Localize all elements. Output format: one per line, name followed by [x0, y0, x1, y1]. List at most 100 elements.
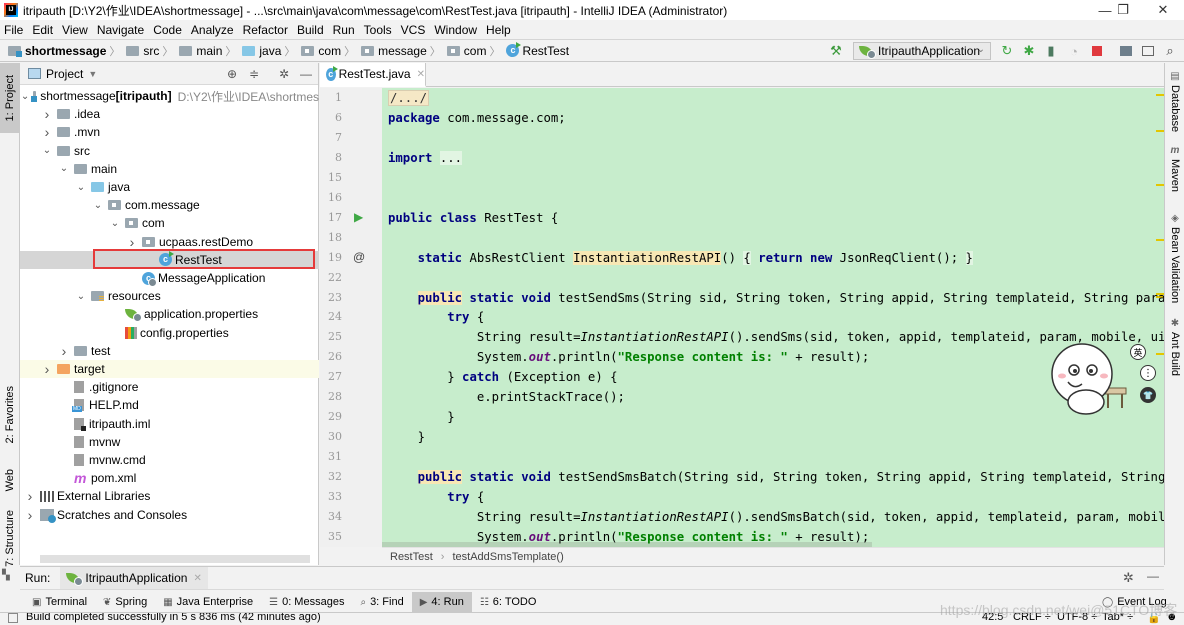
tool-tab-project[interactable]: 1: Project [0, 63, 20, 133]
tool-window-terminal[interactable]: ▣ Terminal [24, 592, 95, 613]
breadcrumb-main[interactable]: main 〉 [179, 43, 240, 59]
gear-icon[interactable]: ✲ [1123, 570, 1134, 586]
tool-tab-web[interactable]: Web [0, 458, 20, 503]
chevron-right-icon[interactable]: › [41, 361, 53, 377]
run-gutter-icon[interactable]: ▶ [354, 210, 363, 224]
rerun-icon[interactable]: ↻ [999, 43, 1015, 59]
breadcrumb-src[interactable]: src 〉 [126, 43, 177, 59]
close-window-button[interactable]: ✕ [1146, 0, 1180, 20]
tool-window-run[interactable]: ▶ 4: Run [411, 591, 472, 613]
project-structure-icon[interactable] [1118, 43, 1134, 59]
hide-icon[interactable]: — [1147, 569, 1159, 583]
chevron-right-icon[interactable]: › [41, 106, 53, 122]
breadcrumb-com-2[interactable]: com 〉 [446, 43, 505, 59]
code-editor[interactable]: /.../ package com.message.com; import ... p… [382, 88, 1164, 547]
menu-window[interactable]: Window [434, 23, 477, 37]
menu-tools[interactable]: Tools [364, 23, 392, 37]
chevron-right-icon[interactable]: › [24, 488, 36, 504]
close-tab-icon[interactable]: ✕ [417, 69, 425, 80]
tree-item[interactable]: › .idea [20, 105, 319, 123]
build-hammer-icon[interactable]: ⚒ [828, 43, 844, 59]
chevron-down-icon[interactable]: ⌄ [41, 145, 53, 156]
tree-item[interactable]: › target [20, 360, 319, 378]
project-view-selector[interactable]: Project [46, 67, 83, 81]
tree-item[interactable]: mvnw [20, 433, 319, 451]
breadcrumb-shortmessage[interactable]: shortmessage 〉 [8, 43, 124, 59]
breadcrumb-message[interactable]: message 〉 [361, 43, 445, 59]
tree-item[interactable]: ⌄ java [20, 178, 319, 196]
mascot-outfit-button[interactable]: 👕 [1140, 387, 1156, 403]
chevron-down-icon[interactable]: ⌄ [75, 182, 87, 193]
chevron-down-icon[interactable]: ⌄ [109, 218, 121, 229]
menu-build[interactable]: Build [297, 23, 324, 37]
tool-tab-bean-validation[interactable]: ◈ Bean Validation [1165, 213, 1184, 303]
breadcrumb-com[interactable]: com 〉 [301, 43, 359, 59]
terminal-icon[interactable] [1140, 43, 1156, 59]
chevron-down-icon[interactable]: ⌄ [75, 291, 87, 302]
chevron-down-icon[interactable]: ⌄ [21, 91, 29, 102]
tool-window-java-enterprise[interactable]: ▦ Java Enterprise [155, 592, 261, 613]
chevron-down-icon[interactable]: ⌄ [92, 200, 104, 211]
coverage-icon[interactable]: ▮ [1043, 43, 1059, 59]
breadcrumb-resttest[interactable]: c RestTest [506, 42, 569, 58]
tree-item[interactable]: m pom.xml [20, 469, 319, 487]
tree-item[interactable]: config.properties [20, 324, 319, 342]
tree-item[interactable]: › ucpaas.restDemo [20, 233, 319, 251]
menu-navigate[interactable]: Navigate [97, 23, 144, 37]
collapse-all-icon[interactable]: ≑ [246, 66, 262, 82]
mascot-menu-button[interactable]: ⋮ [1140, 365, 1156, 381]
menu-edit[interactable]: Edit [32, 23, 53, 37]
close-tab-icon[interactable]: ✕ [193, 573, 201, 584]
tab-resttest-java[interactable]: c RestTest.java ✕ [320, 63, 426, 87]
breadcrumb-java[interactable]: java 〉 [242, 43, 299, 59]
menu-refactor[interactable]: Refactor [243, 23, 288, 37]
tree-item[interactable]: ⌄ resources [20, 287, 319, 305]
tool-tab-favorites[interactable]: 2: Favorites [0, 375, 20, 455]
tree-item[interactable]: itripauth.iml [20, 415, 319, 433]
stop-icon[interactable] [1089, 43, 1105, 59]
chevron-right-icon[interactable]: › [24, 507, 36, 523]
chevron-right-icon[interactable]: › [58, 343, 70, 359]
tool-window-messages[interactable]: ☰ 0: Messages [261, 592, 352, 613]
tool-tab-ant-build[interactable]: ✱ Ant Build [1165, 318, 1184, 376]
chevron-right-icon[interactable]: › [41, 124, 53, 140]
debug-icon[interactable]: ✱ [1021, 43, 1037, 59]
search-icon[interactable]: ⌕ [1162, 43, 1178, 59]
tree-item[interactable]: c RestTest [20, 250, 319, 269]
locate-icon[interactable]: ⊕ [224, 66, 240, 82]
tree-item[interactable]: ⌄ src [20, 142, 319, 160]
tree-item[interactable]: c MessageApplication [20, 269, 319, 287]
tree-item[interactable]: ⌄ com [20, 214, 319, 232]
tree-item[interactable]: › External Libraries [20, 487, 319, 505]
menu-view[interactable]: View [62, 23, 88, 37]
tree-item[interactable]: .gitignore [20, 378, 319, 396]
run-configuration-select[interactable]: ItripauthApplication ⌄ [853, 42, 991, 60]
menu-analyze[interactable]: Analyze [191, 23, 234, 37]
tree-item[interactable]: ⌄ shortmessage [itripauth] D:\Y2\作业\IDEA\s… [20, 87, 319, 105]
restore-button[interactable]: ❐ [1106, 0, 1140, 20]
tool-window-find[interactable]: ⌕ 3: Find [352, 592, 411, 613]
menu-help[interactable]: Help [486, 23, 511, 37]
menu-code[interactable]: Code [153, 23, 182, 37]
tool-tab-structure[interactable]: 7: Structure [0, 508, 20, 568]
menu-run[interactable]: Run [333, 23, 355, 37]
tool-window-todo[interactable]: ☷ 6: TODO [472, 592, 545, 613]
hide-icon[interactable]: — [298, 66, 314, 82]
tree-item[interactable]: HELP.md [20, 396, 319, 414]
tree-item[interactable]: mvnw.cmd [20, 451, 319, 469]
chevron-down-icon[interactable]: ▼ [88, 69, 97, 79]
tree-item[interactable]: ⌄ com.message [20, 196, 319, 214]
editor-breadcrumb-method[interactable]: testAddSmsTemplate() [452, 551, 563, 563]
tree-item[interactable]: › Scratches and Consoles [20, 506, 319, 524]
tool-window-spring[interactable]: ❦ Spring [95, 592, 155, 613]
menu-file[interactable]: File [4, 23, 23, 37]
mascot-language-button[interactable]: 英 [1130, 344, 1146, 360]
gear-icon[interactable]: ✲ [276, 66, 292, 82]
chevron-down-icon[interactable]: ⌄ [58, 163, 70, 174]
tree-item[interactable]: › .mvn [20, 123, 319, 141]
editor-breadcrumb-class[interactable]: RestTest [390, 551, 433, 563]
tree-item[interactable]: ⌄ main [20, 160, 319, 178]
status-toggle-icon[interactable] [8, 613, 18, 623]
annotation-gutter-icon[interactable]: @ [353, 250, 365, 264]
tool-tab-maven[interactable]: m Maven [1165, 145, 1184, 192]
